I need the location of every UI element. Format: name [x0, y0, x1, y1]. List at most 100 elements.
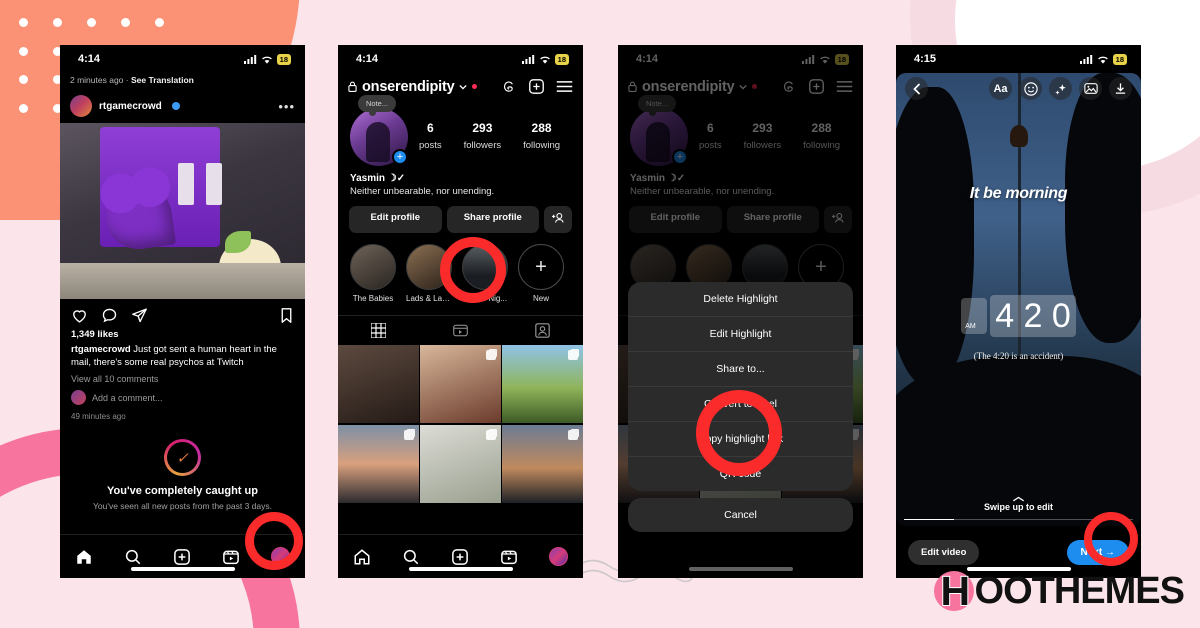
story-toolbar: Aa [896, 77, 1141, 100]
home-icon[interactable] [353, 548, 371, 566]
status-bar: 4:14 18 [60, 45, 305, 73]
highlight-item[interactable]: Lads & Las... [406, 244, 452, 303]
highlight-cover[interactable] [462, 244, 508, 290]
logo-wordmark: OOTHEMES [974, 570, 1185, 612]
view-all-comments-link[interactable]: View all 10 comments [60, 369, 305, 384]
profile-stats: 6 posts 293 followers 288 following [408, 121, 571, 153]
stat-followers-label: followers [463, 140, 502, 151]
highlight-item-selected[interactable]: epless Nig... [462, 244, 508, 303]
wifi-icon [539, 56, 550, 64]
effects-tool-button[interactable] [1049, 77, 1072, 100]
story-caption-note[interactable]: (The 4:20 is an accident) [896, 351, 1141, 361]
create-post-icon[interactable] [173, 548, 191, 566]
tab-reels-icon[interactable] [453, 323, 468, 338]
stat-posts[interactable]: 6 posts [419, 121, 442, 153]
grid-post[interactable] [502, 345, 583, 423]
stat-following[interactable]: 288 following [523, 121, 560, 153]
post-author-avatar[interactable] [70, 95, 92, 117]
chevron-down-icon[interactable] [459, 84, 468, 90]
add-person-button[interactable] [544, 206, 572, 233]
share-profile-button[interactable]: Share profile [446, 206, 539, 233]
profile-nav-avatar[interactable] [270, 547, 290, 566]
highlight-cover[interactable] [406, 244, 452, 290]
post-author-name[interactable]: rtgamecrowd [99, 101, 162, 112]
status-time: 4:14 [78, 53, 101, 65]
highlight-item[interactable]: The Babies [350, 244, 396, 303]
see-translation-link[interactable]: See Translation [131, 75, 194, 85]
add-post-icon[interactable] [528, 78, 545, 95]
video-progress-bar[interactable] [904, 518, 1133, 520]
home-icon[interactable] [75, 548, 93, 566]
next-button[interactable]: Next → [1066, 539, 1129, 565]
time-sticker[interactable]: AM 4 2 0 [896, 295, 1141, 337]
post-image[interactable] [60, 123, 305, 299]
swipe-up-hint[interactable]: ︿ Swipe up to edit [896, 492, 1141, 513]
story-canvas[interactable]: Aa It be morning AM 4 2 0 (The 4:20 is a… [896, 73, 1141, 526]
carousel-icon [567, 429, 578, 440]
highlight-label: The Babies [352, 294, 394, 303]
grid-post[interactable] [502, 424, 583, 503]
profile-username[interactable]: onserendipity [362, 79, 455, 95]
reels-icon[interactable] [500, 548, 518, 566]
highlight-cover[interactable] [350, 244, 396, 290]
back-button[interactable] [905, 77, 928, 100]
share-paperplane-icon[interactable] [131, 307, 148, 324]
save-bookmark-icon[interactable] [279, 307, 294, 324]
post-caption: rtgamecrowd Just got sent a human heart … [60, 341, 305, 369]
caption-username[interactable]: rtgamecrowd [71, 344, 131, 355]
menu-item-copy-highlight-link[interactable]: Copy highlight link [628, 422, 853, 457]
cellular-signal-icon [521, 54, 534, 64]
note-bubble[interactable]: Note... [358, 95, 397, 116]
menu-item-edit-highlight[interactable]: Edit Highlight [628, 317, 853, 352]
search-icon[interactable] [124, 548, 142, 566]
caught-up-subtitle: You've seen all new posts from the past … [93, 501, 272, 511]
add-comment-row[interactable]: Add a comment... [60, 384, 305, 405]
edit-profile-button[interactable]: Edit profile [349, 206, 442, 233]
profile-avatar-wrapper[interactable]: + [350, 108, 408, 166]
like-count[interactable]: 1,349 likes [60, 328, 305, 341]
add-highlight-icon[interactable]: + [518, 244, 564, 290]
edit-video-button[interactable]: Edit video [908, 539, 980, 565]
threads-icon[interactable] [501, 78, 517, 95]
photo-shape-b [206, 163, 222, 205]
profile-nav-avatar[interactable] [548, 547, 568, 566]
post-more-options-button[interactable]: ••• [278, 99, 295, 114]
highlight-add-item[interactable]: + New [518, 244, 564, 303]
logo-letter-h: H [940, 568, 972, 614]
reels-icon[interactable] [222, 548, 240, 566]
add-story-badge-icon[interactable]: + [392, 149, 408, 165]
meta-separator: · [125, 75, 129, 85]
story-headline-text[interactable]: It be morning [896, 185, 1141, 203]
sticker-tool-button[interactable] [1019, 77, 1042, 100]
highlight-label: epless Nig... [462, 294, 508, 303]
time-meridiem-box: AM [961, 298, 988, 334]
cancel-button[interactable]: Cancel [628, 498, 853, 532]
highlight-label: New [532, 294, 549, 303]
tab-tagged-icon[interactable] [534, 323, 550, 338]
hoothemes-logo: H OOTHEMES [933, 568, 1185, 614]
menu-item-delete-highlight[interactable]: Delete Highlight [628, 282, 853, 317]
carousel-icon [485, 429, 496, 440]
add-comment-placeholder: Add a comment... [92, 392, 163, 403]
menu-item-share-to[interactable]: Share to... [628, 352, 853, 387]
comment-bubble-icon[interactable] [101, 307, 118, 324]
stat-followers[interactable]: 293 followers [464, 121, 502, 153]
text-tool-label: Aa [993, 82, 1008, 95]
like-heart-icon[interactable] [71, 307, 88, 324]
battery-indicator: 18 [276, 53, 291, 65]
download-button[interactable] [1109, 77, 1132, 100]
grid-post[interactable] [338, 424, 419, 503]
grid-post[interactable] [420, 424, 501, 503]
caught-up-ring: ✓ [164, 439, 201, 476]
search-icon[interactable] [402, 548, 420, 566]
menu-item-convert-to-reel[interactable]: Convert to Reel [628, 387, 853, 422]
tab-grid-icon[interactable] [371, 323, 387, 338]
grid-post[interactable] [420, 345, 501, 423]
grid-post[interactable] [338, 345, 419, 423]
text-tool-button[interactable]: Aa [989, 77, 1012, 100]
create-post-icon[interactable] [451, 548, 469, 566]
hamburger-menu-icon[interactable] [556, 80, 573, 93]
menu-item-qr-code[interactable]: QR code [628, 457, 853, 491]
media-tool-button[interactable] [1079, 77, 1102, 100]
stat-following-label: following [523, 140, 561, 151]
